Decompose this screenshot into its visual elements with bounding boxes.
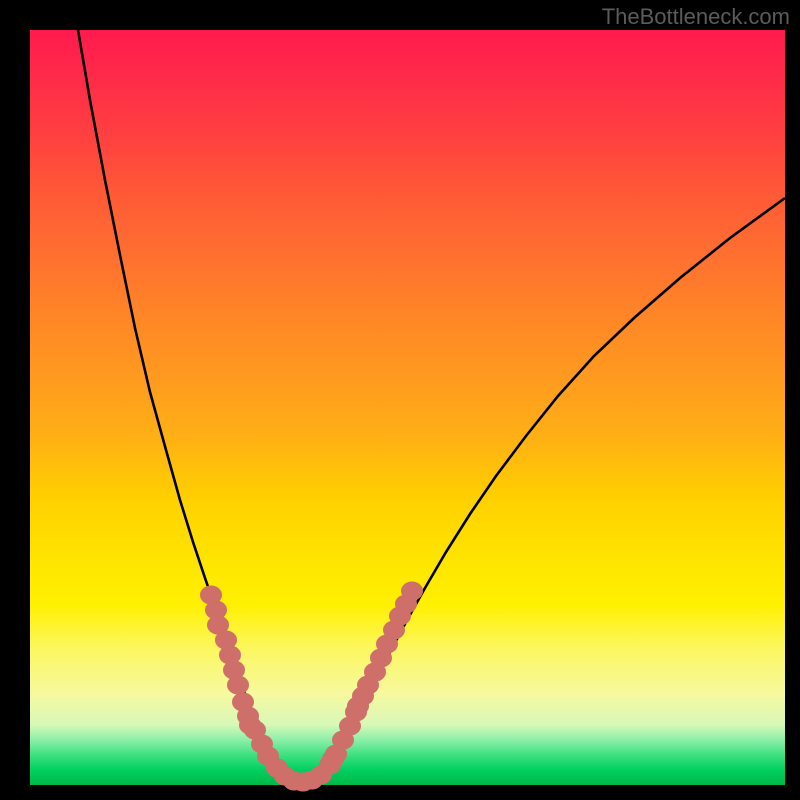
- plot-area: [30, 30, 785, 785]
- curve-svg: [30, 30, 785, 785]
- data-marker: [201, 586, 222, 604]
- chart-frame: TheBottleneck.com: [0, 0, 800, 800]
- data-marker: [348, 697, 369, 715]
- watermark-text: TheBottleneck.com: [602, 4, 790, 30]
- bottleneck-curve: [78, 30, 785, 782]
- data-marker: [240, 716, 261, 734]
- data-markers-group: [201, 582, 423, 791]
- data-marker: [402, 582, 423, 600]
- data-marker: [228, 676, 249, 694]
- data-marker: [323, 750, 344, 768]
